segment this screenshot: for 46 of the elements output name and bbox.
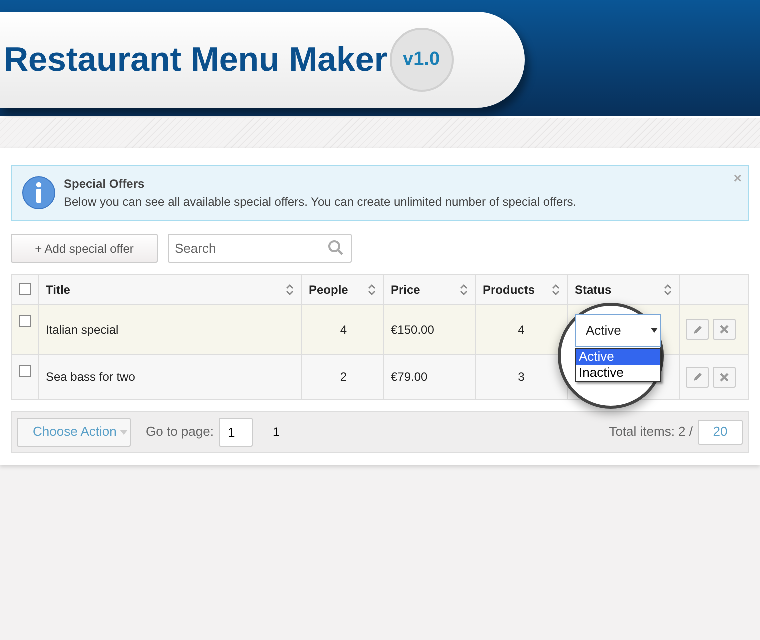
notice-title: Special Offers	[64, 176, 146, 193]
table-cell-text: Italian special	[46, 322, 119, 338]
checkbox[interactable]	[19, 365, 31, 377]
delete-button[interactable]	[713, 319, 736, 340]
table-cell-text: 4	[518, 322, 525, 338]
column-header[interactable]: Price	[391, 280, 420, 298]
checkbox[interactable]	[19, 283, 31, 295]
app-title: Restaurant Menu Maker	[4, 40, 388, 80]
version-badge: v1.0	[390, 28, 454, 92]
notice-text: Below you can see all available special offers. You can create unlimited number of special offers.	[64, 194, 577, 211]
sort-icon[interactable]	[664, 284, 672, 296]
sort-icon[interactable]	[552, 284, 560, 296]
page-input[interactable]: 1	[218, 418, 253, 446]
pencil-icon	[692, 372, 702, 382]
status-option[interactable]: Inactive	[576, 365, 660, 381]
table-cell-text: 2	[340, 369, 347, 386]
pencil-icon	[692, 324, 702, 334]
status-select[interactable]: Active	[575, 314, 661, 347]
sort-icon[interactable]	[368, 284, 376, 296]
checkbox[interactable]	[19, 315, 31, 327]
add-offer-button[interactable]: + Add special offer	[11, 234, 158, 263]
close-icon	[720, 325, 729, 334]
caret-icon[interactable]	[651, 328, 658, 333]
sort-icon[interactable]	[460, 284, 468, 296]
table-cell-text: €79.00	[391, 369, 428, 386]
close-icon	[720, 372, 729, 382]
go-to-page-label: Go to page:	[146, 423, 214, 442]
column-header[interactable]: Products	[483, 280, 536, 298]
caret-icon	[120, 430, 128, 434]
page-count: 1	[272, 424, 280, 441]
status-option[interactable]: Active	[576, 349, 660, 365]
column-header[interactable]: Status	[575, 280, 612, 298]
table-cell-text: €150.00	[391, 322, 434, 338]
edit-button[interactable]	[686, 319, 709, 340]
info-icon	[22, 176, 56, 210]
column-header[interactable]: Title	[46, 280, 70, 298]
search-icon[interactable]	[328, 240, 344, 256]
column-header[interactable]: People	[309, 280, 348, 298]
table-cell-text: 3	[518, 369, 525, 386]
edit-button[interactable]	[686, 366, 709, 388]
sort-icon[interactable]	[286, 284, 294, 296]
table-cell-text: Sea bass for two	[46, 369, 136, 386]
delete-button[interactable]	[713, 366, 736, 388]
table-cell-text: 4	[340, 322, 347, 338]
search-field[interactable]: Search	[168, 234, 352, 263]
total-items: Total items: 2 /	[609, 423, 693, 442]
